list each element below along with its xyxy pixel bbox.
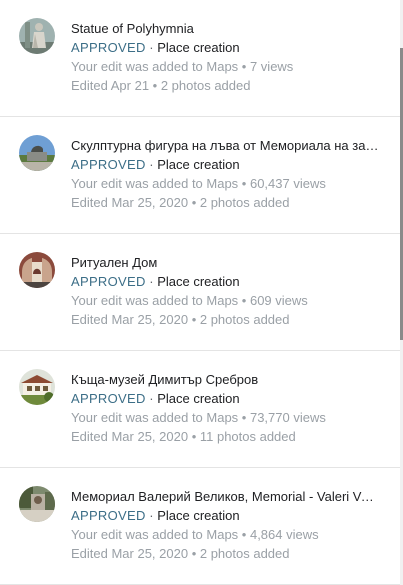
status-line: APPROVED · Place creation [71, 272, 380, 291]
separator: · [145, 391, 158, 406]
status-badge: APPROVED [71, 157, 146, 172]
views-line: Your edit was added to Maps • 60,437 vie… [71, 176, 326, 191]
place-title[interactable]: Мемориал Валерий Великов, Memorial - Val… [71, 487, 380, 506]
list-item[interactable]: Скулптурна фигура на лъва от Мемориала н… [0, 117, 400, 234]
memorial-thumbnail[interactable] [19, 486, 55, 522]
edited-line: Edited Mar 25, 2020 • 2 photos added [71, 312, 290, 327]
views-line: Your edit was added to Maps • 4,864 view… [71, 527, 319, 542]
status-badge: APPROVED [71, 508, 146, 523]
status-line: APPROVED · Place creation [71, 389, 380, 408]
list-item[interactable]: Къща-музей Димитър Сребров APPROVED · Pl… [0, 351, 400, 468]
edited-line: Edited Mar 25, 2020 • 11 photos added [71, 429, 296, 444]
edit-type: Place creation [157, 157, 240, 172]
edited-line: Edited Mar 25, 2020 • 2 photos added [71, 195, 290, 210]
list-item[interactable]: Мемориал Валерий Великов, Memorial - Val… [0, 468, 400, 585]
separator: · [145, 508, 158, 523]
lion-sculpture-thumbnail[interactable] [19, 135, 55, 171]
separator: · [145, 40, 158, 55]
contributions-list: Statue of Polyhymnia APPROVED · Place cr… [0, 0, 401, 585]
place-title[interactable]: Statue of Polyhymnia [71, 19, 380, 38]
status-badge: APPROVED [71, 391, 146, 406]
place-title[interactable]: Къща-музей Димитър Сребров [71, 370, 380, 389]
edited-line: Edited Mar 25, 2020 • 2 photos added [71, 546, 290, 561]
status-line: APPROVED · Place creation [71, 38, 380, 57]
views-line: Your edit was added to Maps • 73,770 vie… [71, 410, 326, 425]
edit-type: Place creation [157, 40, 240, 55]
edit-type: Place creation [157, 508, 240, 523]
edited-line: Edited Apr 21 • 2 photos added [71, 78, 251, 93]
place-title[interactable]: Скулптурна фигура на лъва от Мемориала н… [71, 136, 380, 155]
views-line: Your edit was added to Maps • 609 views [71, 293, 308, 308]
status-badge: APPROVED [71, 274, 146, 289]
status-line: APPROVED · Place creation [71, 155, 380, 174]
ritual-house-thumbnail[interactable] [19, 252, 55, 288]
edit-type: Place creation [157, 391, 240, 406]
separator: · [145, 274, 158, 289]
status-line: APPROVED · Place creation [71, 506, 380, 525]
list-item[interactable]: Statue of Polyhymnia APPROVED · Place cr… [0, 0, 400, 117]
separator: · [145, 157, 158, 172]
statue-thumbnail[interactable] [19, 18, 55, 54]
status-badge: APPROVED [71, 40, 146, 55]
list-item[interactable]: Ритуален Дом APPROVED · Place creation Y… [0, 234, 400, 351]
views-line: Your edit was added to Maps • 7 views [71, 59, 294, 74]
edit-type: Place creation [157, 274, 240, 289]
place-title[interactable]: Ритуален Дом [71, 253, 380, 272]
house-museum-thumbnail[interactable] [19, 369, 55, 405]
